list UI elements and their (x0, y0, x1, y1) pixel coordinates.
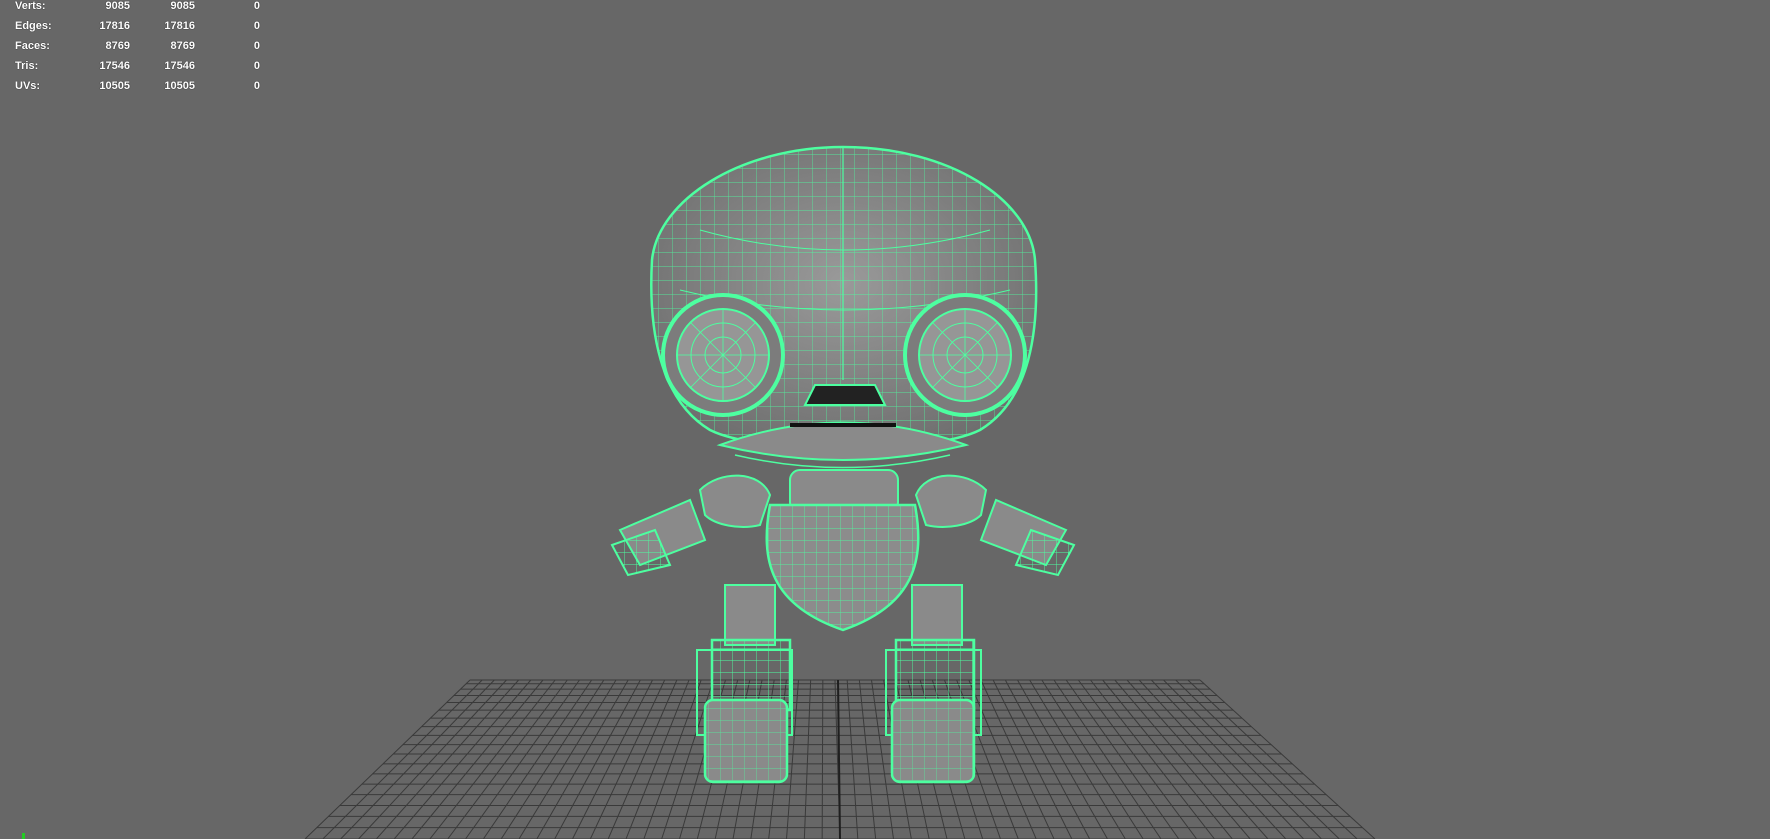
hud-row: Edges: 17816 17816 0 (0, 20, 270, 40)
hud-value-selected: 17546 (164, 60, 195, 72)
robot-right-arm[interactable] (914, 474, 1076, 577)
robot-left-leg[interactable] (696, 584, 793, 784)
scene-canvas[interactable] (0, 0, 1770, 839)
hud-label: Faces: (15, 40, 50, 52)
hud-label: Tris: (15, 60, 39, 72)
hud-value-selected: 10505 (164, 80, 195, 92)
hud-value-selected: 9085 (170, 0, 195, 12)
hud-value-selected: 17816 (164, 20, 195, 32)
hud-value-selected: 8769 (170, 40, 195, 52)
hud-row: Verts: 9085 9085 0 (0, 0, 270, 20)
hud-value-extra: 0 (253, 80, 260, 92)
ground-grid (304, 679, 1376, 839)
hud-row: Faces: 8769 8769 0 (0, 40, 270, 60)
robot-torso[interactable] (765, 503, 920, 632)
view-axis-icon (22, 833, 25, 839)
hud-value-extra: 0 (253, 60, 260, 72)
poly-count-hud: Verts: 9085 9085 0 Edges: 17816 17816 0 Faces: 87… (0, 0, 270, 100)
hud-value-total: 17816 (99, 20, 130, 32)
hud-label: Verts: (15, 0, 46, 12)
hud-value-total: 9085 (105, 0, 130, 12)
hud-value-total: 8769 (105, 40, 130, 52)
3d-viewport[interactable]: Verts: 9085 9085 0 Edges: 17816 17816 0 Faces: 87… (0, 0, 1770, 839)
robot-left-arm[interactable] (610, 474, 772, 577)
hud-value-extra: 0 (253, 20, 260, 32)
hud-label: Edges: (15, 20, 52, 32)
right-eye (903, 293, 1027, 417)
hud-value-total: 10505 (99, 80, 130, 92)
hud-value-extra: 0 (253, 0, 260, 12)
hud-value-total: 17546 (99, 60, 130, 72)
hud-row: UVs: 10505 10505 0 (0, 80, 270, 100)
left-eye (661, 293, 785, 417)
hud-label: UVs: (15, 80, 41, 92)
hud-row: Tris: 17546 17546 0 (0, 60, 270, 80)
robot-right-leg[interactable] (885, 584, 982, 784)
robot-model[interactable] (610, 145, 1076, 784)
hud-value-extra: 0 (253, 40, 260, 52)
robot-head[interactable] (650, 145, 1038, 469)
